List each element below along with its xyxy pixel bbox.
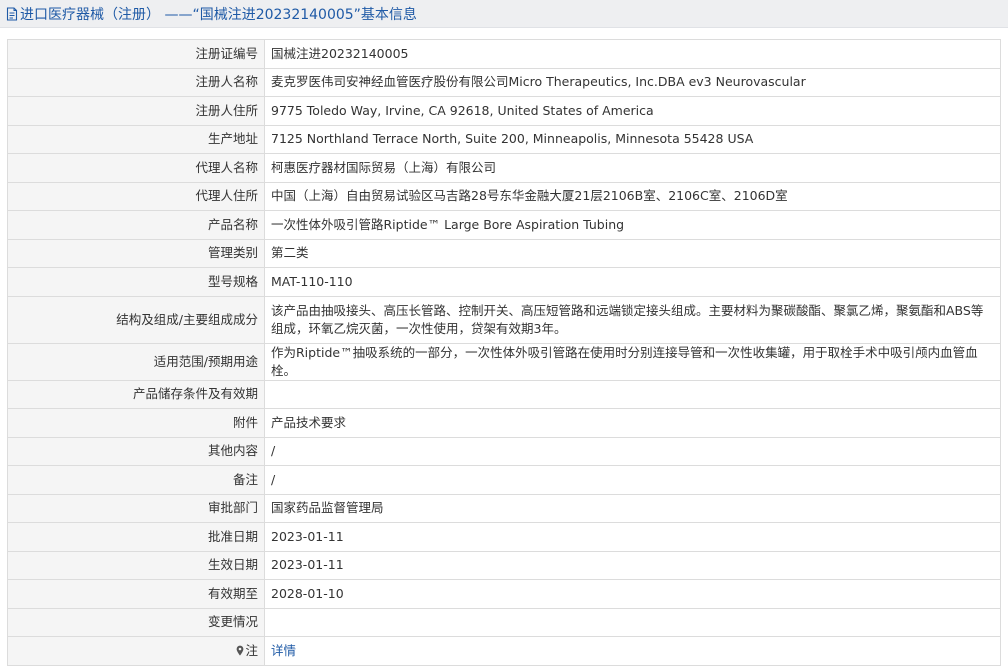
table-row: 产品储存条件及有效期 [7,379,1001,409]
table-row: 适用范围/预期用途 作为Riptide™抽吸系统的一部分，一次性体外吸引管路在使… [7,342,1001,381]
table-row: 注册证编号 国械注进20232140005 [7,39,1001,69]
row-label: 注册人名称 [7,67,265,97]
row-value: 第二类 [264,238,1001,268]
details-link[interactable]: 详情 [271,643,296,658]
row-label: 批准日期 [7,522,265,552]
row-label: 产品名称 [7,210,265,240]
row-label: 附件 [7,408,265,438]
row-label: 注册人住所 [7,96,265,126]
row-label: 型号规格 [7,267,265,297]
row-label: 有效期至 [7,579,265,609]
row-value [264,607,1001,637]
row-value: 国械注进20232140005 [264,39,1001,69]
row-label: 产品储存条件及有效期 [7,379,265,409]
table-row: 批准日期 2023-01-11 [7,522,1001,552]
row-label: 结构及组成/主要组成成分 [7,295,265,344]
row-label: 变更情况 [7,607,265,637]
table-row: 管理类别 第二类 [7,238,1001,268]
note-row: 注 详情 [7,636,1001,666]
row-label: 代理人名称 [7,153,265,183]
table-row: 型号规格 MAT-110-110 [7,267,1001,297]
row-value: 7125 Northland Terrace North, Suite 200,… [264,124,1001,154]
row-value: 麦克罗医伟司安神经血管医疗股份有限公司Micro Therapeutics, I… [264,67,1001,97]
row-label: 备注 [7,465,265,495]
table-row: 变更情况 [7,607,1001,637]
pin-icon [236,643,244,656]
row-value [264,379,1001,409]
row-label: 代理人住所 [7,181,265,211]
row-value: 9775 Toledo Way, Irvine, CA 92618, Unite… [264,96,1001,126]
row-label: 审批部门 [7,493,265,523]
row-value: / [264,465,1001,495]
page-header: 进口医疗器械（注册） ——“国械注进20232140005”基本信息 [0,0,1008,28]
row-value: 产品技术要求 [264,408,1001,438]
table-row: 注册人住所 9775 Toledo Way, Irvine, CA 92618,… [7,96,1001,126]
row-value: 柯惠医疗器材国际贸易（上海）有限公司 [264,153,1001,183]
page-title: 进口医疗器械（注册） ——“国械注进20232140005”基本信息 [20,6,417,23]
table-row: 结构及组成/主要组成成分 该产品由抽吸接头、高压长管路、控制开关、高压短管路和远… [7,295,1001,344]
row-value: 该产品由抽吸接头、高压长管路、控制开关、高压短管路和远端锁定接头组成。主要材料为… [264,295,1001,344]
row-value: 2028-01-10 [264,579,1001,609]
table-row: 代理人住所 中国（上海）自由贸易试验区马吉路28号东华金融大厦21层2106B室… [7,181,1001,211]
row-label: 管理类别 [7,238,265,268]
row-value: 2023-01-11 [264,522,1001,552]
table-row: 其他内容 / [7,436,1001,466]
table-row: 注册人名称 麦克罗医伟司安神经血管医疗股份有限公司Micro Therapeut… [7,67,1001,97]
row-value: / [264,436,1001,466]
row-value: 中国（上海）自由贸易试验区马吉路28号东华金融大厦21层2106B室、2106C… [264,181,1001,211]
note-label: 注 [245,642,258,658]
row-value: MAT-110-110 [264,267,1001,297]
info-table: 注册证编号 国械注进20232140005 注册人名称 麦克罗医伟司安神经血管医… [7,39,1001,666]
row-label: 适用范围/预期用途 [7,342,265,381]
table-row: 生产地址 7125 Northland Terrace North, Suite… [7,124,1001,154]
row-value: 作为Riptide™抽吸系统的一部分，一次性体外吸引管路在使用时分别连接导管和一… [264,342,1001,381]
note-value-cell: 详情 [264,636,1001,666]
note-label-cell: 注 [7,636,265,666]
table-row: 附件 产品技术要求 [7,408,1001,438]
document-icon [6,6,18,21]
table-row: 备注 / [7,465,1001,495]
table-row: 代理人名称 柯惠医疗器材国际贸易（上海）有限公司 [7,153,1001,183]
row-label: 生产地址 [7,124,265,154]
row-label: 其他内容 [7,436,265,466]
row-value: 2023-01-11 [264,550,1001,580]
row-value: 国家药品监督管理局 [264,493,1001,523]
table-row: 产品名称 一次性体外吸引管路Riptide™ Large Bore Aspira… [7,210,1001,240]
row-value: 一次性体外吸引管路Riptide™ Large Bore Aspiration … [264,210,1001,240]
table-row: 有效期至 2028-01-10 [7,579,1001,609]
row-label: 生效日期 [7,550,265,580]
row-label: 注册证编号 [7,39,265,69]
table-row: 生效日期 2023-01-11 [7,550,1001,580]
table-row: 审批部门 国家药品监督管理局 [7,493,1001,523]
